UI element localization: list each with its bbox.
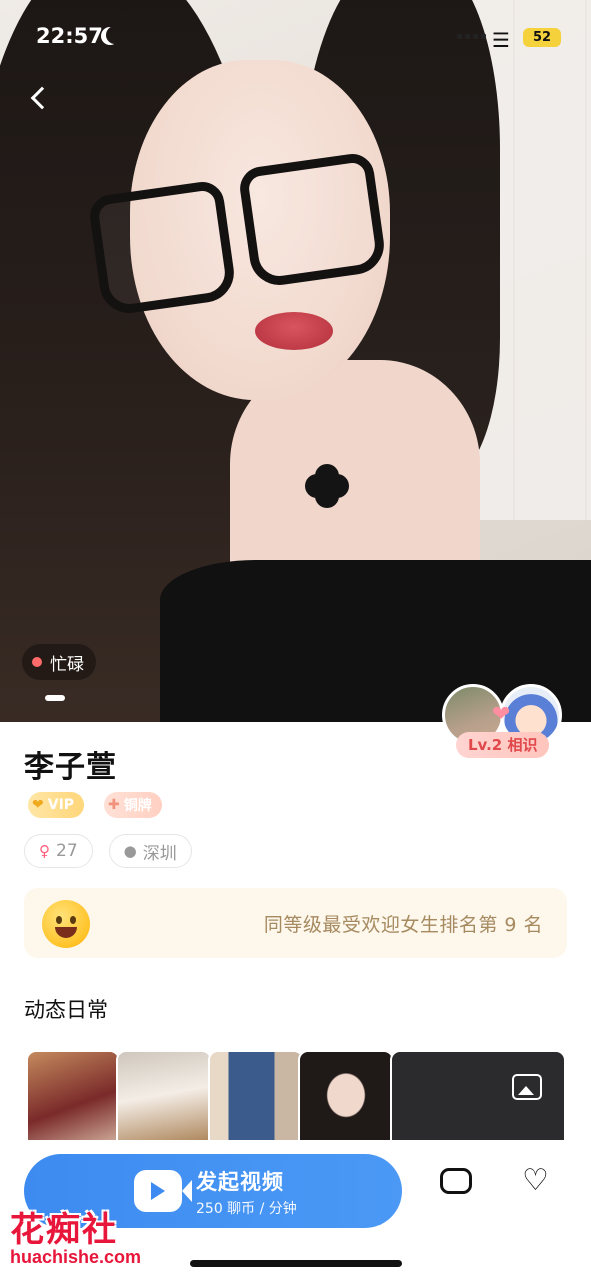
intimacy-level-badge[interactable]: ❤ Lv.2 相识 — [442, 684, 566, 760]
bronze-medal-icon: ✚ — [108, 797, 120, 813]
chat-button[interactable] — [436, 1162, 476, 1202]
vip-badge-label: VIP — [47, 797, 75, 813]
moon-icon — [106, 26, 124, 44]
rank-text: 同等级最受欢迎女生排名第 9 名 — [263, 914, 543, 936]
heart-icon: ❤ — [492, 702, 511, 727]
moment-photo[interactable] — [208, 1050, 304, 1150]
profile-attributes: ♀ 27 ● 深圳 — [24, 834, 192, 868]
site-watermark: 花痴社 huachishe.com — [10, 1202, 170, 1272]
cellular-signal-icon — [457, 34, 486, 39]
watermark-url: huachishe.com — [10, 1247, 142, 1267]
moment-more-tile[interactable] — [390, 1050, 566, 1150]
chat-bubble-icon — [440, 1168, 472, 1194]
online-status-label: 忙碌 — [50, 654, 84, 675]
status-bar: 22:57 ☰ 52 — [0, 0, 591, 70]
status-time: 22:57 — [36, 24, 103, 48]
video-call-price: 250 聊币 / 分钟 — [196, 1201, 297, 1217]
heart-icon: ♡ — [522, 1163, 549, 1198]
image-icon — [512, 1074, 542, 1100]
city-value: 深圳 — [142, 843, 177, 864]
home-indicator[interactable] — [190, 1260, 402, 1267]
vip-badge[interactable]: ❤ VIP — [28, 792, 85, 818]
profile-name: 李子萱 — [24, 750, 117, 785]
watermark-title: 花痴社 — [10, 1210, 118, 1250]
video-call-label: 发起视频 — [196, 1170, 284, 1194]
back-arrow-icon[interactable] — [28, 88, 50, 110]
photo-necklace — [313, 472, 341, 500]
age-value: 27 — [56, 841, 78, 861]
online-status-badge: 忙碌 — [22, 644, 96, 680]
photo-lips — [255, 312, 333, 350]
photo-glasses — [87, 151, 388, 317]
popularity-rank-card[interactable]: 同等级最受欢迎女生排名第 9 名 — [24, 888, 567, 958]
status-dot-icon — [32, 657, 42, 667]
female-icon: ♀ — [39, 842, 50, 860]
wifi-icon: ☰ — [492, 28, 510, 52]
smile-emoji-icon — [42, 900, 90, 948]
photo-pager-indicator — [45, 695, 65, 701]
moments-section-title: 动态日常 — [24, 998, 108, 1022]
favorite-button[interactable]: ♡ — [518, 1162, 560, 1202]
battery-indicator: 52 — [523, 28, 561, 47]
moment-photo[interactable] — [116, 1050, 212, 1150]
intimacy-level-label: Lv.2 相识 — [456, 732, 550, 758]
moment-photo[interactable] — [298, 1050, 394, 1150]
city-chip: ● 深圳 — [108, 834, 192, 868]
bronze-badge-label: 铜牌 — [123, 798, 152, 814]
location-pin-icon: ● — [123, 842, 137, 860]
badge-row: ❤ VIP ✚ 铜牌 — [28, 792, 162, 818]
bronze-badge[interactable]: ✚ 铜牌 — [104, 792, 162, 818]
moment-photo[interactable] — [26, 1050, 120, 1150]
moments-gallery[interactable] — [26, 1050, 566, 1150]
profile-photo[interactable] — [0, 0, 591, 722]
age-chip: ♀ 27 — [24, 834, 93, 868]
heart-crown-icon: ❤ — [32, 797, 44, 813]
